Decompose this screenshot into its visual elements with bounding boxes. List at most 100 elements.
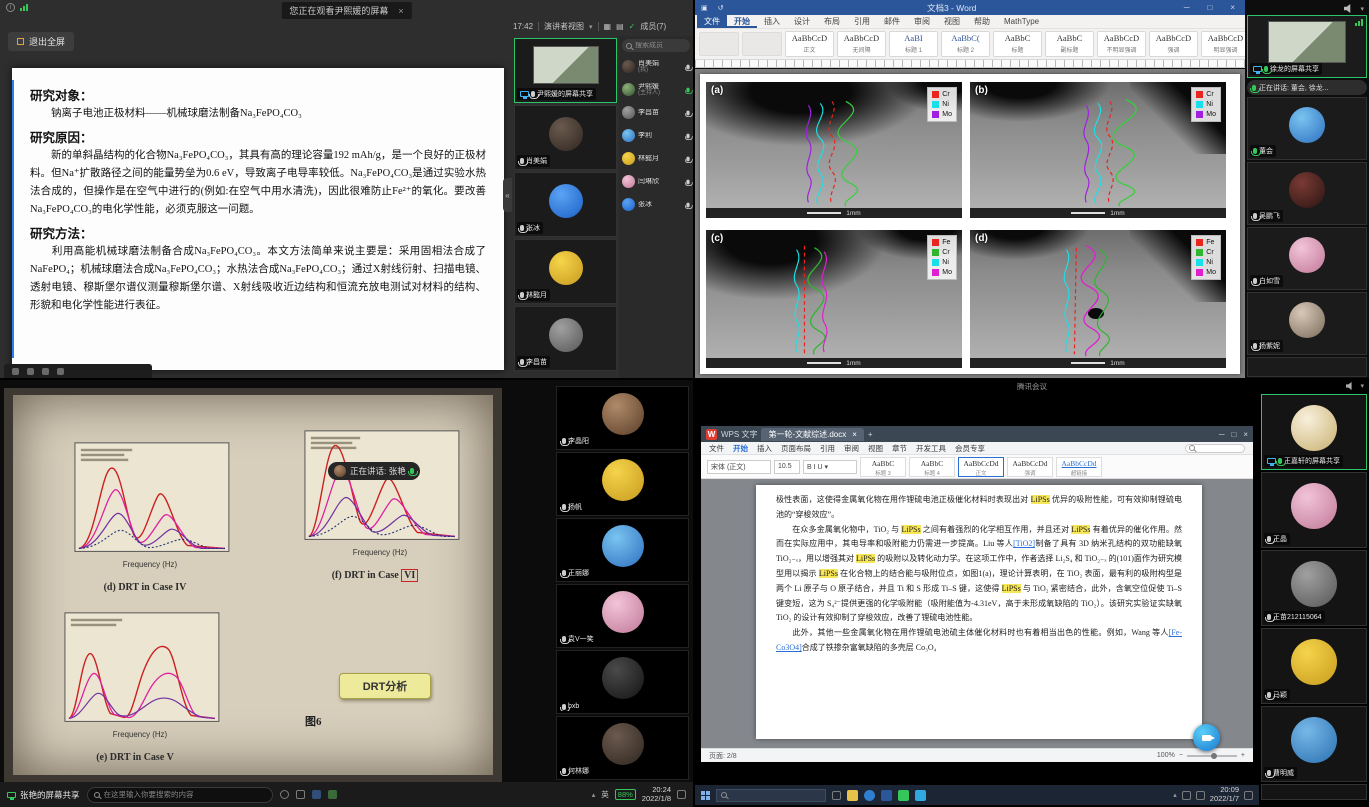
task-view-icon[interactable] <box>832 791 841 800</box>
ribbon-tab[interactable]: 布局 <box>817 15 847 28</box>
ime-language[interactable]: 英 <box>601 789 609 800</box>
clipboard-group[interactable] <box>699 32 739 56</box>
menu-item[interactable]: 开发工具 <box>916 443 946 454</box>
screen-share-status[interactable]: 张艳的屏幕共享 <box>7 789 80 801</box>
participant-video[interactable]: 白如雪 <box>1247 227 1367 290</box>
zoom-level[interactable]: 100% <box>1157 752 1175 759</box>
participant-video[interactable]: 李晶阳 <box>556 386 689 450</box>
network-icon[interactable] <box>1182 791 1191 800</box>
taskbar-clock[interactable]: 20:09 2022/1/7 <box>1210 786 1239 803</box>
wps-home-tab[interactable]: WPS 文字 <box>721 429 757 440</box>
member-row[interactable]: 李昌苗 <box>622 101 690 124</box>
style-chip[interactable]: AaBbCcD无间隔 <box>837 31 886 57</box>
text-format-buttons[interactable]: B I U ▾ <box>803 460 857 474</box>
info-icon[interactable]: i <box>6 3 15 12</box>
ribbon-tab[interactable]: 文件 <box>697 15 727 28</box>
participant-video-partial[interactable] <box>1247 357 1367 377</box>
wps-document-tab[interactable]: 第一轮-文献综述.docx × <box>761 428 863 441</box>
participant-video-share[interactable]: 徐龙的屏幕共享 <box>1247 15 1367 78</box>
member-row[interactable]: 尹熙媛(主持人) <box>622 78 690 101</box>
layout-grid-icon[interactable]: ▦ <box>604 22 612 31</box>
style-chip[interactable]: AaBbCcD不明显强调 <box>1097 31 1146 57</box>
meeting-app-icon[interactable] <box>915 790 926 801</box>
ribbon-tab[interactable]: 设计 <box>787 15 817 28</box>
member-search-input[interactable] <box>635 42 685 49</box>
participant-video[interactable]: 王丽娜 <box>556 518 689 582</box>
zoom-slider[interactable] <box>1187 755 1237 757</box>
member-search-box[interactable] <box>622 39 690 52</box>
participant-video[interactable]: 王晶 <box>1261 472 1367 548</box>
menu-item[interactable]: 开始 <box>733 443 748 454</box>
notification-icon[interactable] <box>677 790 686 799</box>
style-chip[interactable]: AaBbC标题 4 <box>909 457 955 477</box>
mic-icon[interactable] <box>686 133 689 138</box>
menu-item[interactable]: 审阅 <box>844 443 859 454</box>
tray-expand-icon[interactable]: ▴ <box>1173 791 1177 799</box>
maximize-button[interactable]: □ <box>1231 430 1236 439</box>
style-chip[interactable]: AaBI标题 1 <box>889 31 938 57</box>
style-chip[interactable]: AaBbCcDd强调 <box>1007 457 1053 477</box>
chevron-down-icon[interactable]: ▾ <box>1360 5 1364 13</box>
find-command-box[interactable] <box>1185 444 1245 453</box>
app-icon[interactable] <box>328 790 337 799</box>
style-chip[interactable]: AaBbCcD明显强调 <box>1201 31 1250 57</box>
word-icon[interactable] <box>881 790 892 801</box>
participant-video[interactable]: 张冰 <box>514 172 617 237</box>
taskbar-search-box[interactable] <box>87 787 273 803</box>
exit-fullscreen-button[interactable]: 退出全屏 <box>8 32 74 51</box>
style-chip[interactable]: AaBbCcD正文 <box>785 31 834 57</box>
participant-video[interactable]: 何林娜 <box>556 716 689 780</box>
meeting-floating-bubble[interactable] <box>1193 724 1220 751</box>
mic-icon[interactable] <box>686 64 689 69</box>
member-row[interactable]: 肖美娟(我) <box>622 55 690 78</box>
taskbar-search-input[interactable] <box>104 790 254 799</box>
close-button[interactable]: × <box>1243 430 1248 439</box>
menu-item[interactable]: 视图 <box>868 443 883 454</box>
zoom-in-button[interactable]: + <box>1241 752 1245 759</box>
mic-icon[interactable] <box>686 87 689 92</box>
ribbon-tab[interactable]: 引用 <box>847 15 877 28</box>
ribbon-tab[interactable]: MathType <box>997 16 1046 27</box>
ribbon-tab[interactable]: 视图 <box>937 15 967 28</box>
font-size-select[interactable]: 10.5 <box>774 460 800 474</box>
member-row[interactable]: 张冰 <box>622 193 690 216</box>
style-chip[interactable]: AaBbCcD强调 <box>1149 31 1198 57</box>
members-header[interactable]: 成员(7) <box>640 21 666 32</box>
participant-video[interactable]: 肖美娟 <box>514 105 617 170</box>
ribbon-tab[interactable]: 审阅 <box>907 15 937 28</box>
mic-icon[interactable] <box>686 110 689 115</box>
participant-video[interactable]: 吴鹏飞 <box>1247 162 1367 225</box>
volume-icon[interactable] <box>1196 791 1205 800</box>
zoom-out-button[interactable]: − <box>1179 752 1183 759</box>
taskbar-search-box[interactable] <box>716 789 826 802</box>
control-icon[interactable] <box>42 368 49 375</box>
control-icon[interactable] <box>27 368 34 375</box>
menu-item[interactable]: 页面布局 <box>781 443 811 454</box>
participant-video[interactable]: 马颖 <box>1261 628 1367 704</box>
close-button[interactable]: × <box>1226 3 1239 12</box>
mic-icon[interactable] <box>686 179 689 184</box>
participant-video-partial[interactable] <box>1261 784 1367 800</box>
ribbon-tab[interactable]: 插入 <box>757 15 787 28</box>
ribbon-tab[interactable]: 开始 <box>727 15 757 28</box>
taskbar-clock[interactable]: 20:24 2022/1/8 <box>642 786 671 803</box>
battery-indicator[interactable]: 88% <box>615 789 636 800</box>
drt-analysis-button[interactable]: DRT分析 <box>339 673 431 699</box>
style-chip[interactable]: AaBbC标题 3 <box>860 457 906 477</box>
style-chip[interactable]: AaBbCcDd超链接 <box>1056 457 1102 477</box>
menu-item[interactable]: 会员专享 <box>955 443 985 454</box>
cortana-icon[interactable] <box>280 790 289 799</box>
speaker-icon[interactable] <box>1345 382 1355 390</box>
participant-video[interactable]: 袁V一笑 <box>556 584 689 648</box>
style-chip[interactable]: AaBbC标题 <box>993 31 1042 57</box>
chevron-down-icon[interactable]: ▾ <box>1360 382 1364 390</box>
speaker-icon[interactable] <box>1343 4 1354 13</box>
maximize-button[interactable]: □ <box>1203 3 1216 12</box>
font-group[interactable] <box>742 32 782 56</box>
participant-video-share[interactable]: 王嘉轩的屏幕共享 <box>1261 394 1367 470</box>
participant-video-share[interactable]: 尹熙媛的屏幕共享 <box>514 38 617 103</box>
view-mode-button[interactable]: 演讲者视图 <box>544 21 584 32</box>
new-tab-button[interactable]: + <box>868 430 873 439</box>
control-icon[interactable] <box>57 368 64 375</box>
start-button[interactable] <box>701 791 710 800</box>
